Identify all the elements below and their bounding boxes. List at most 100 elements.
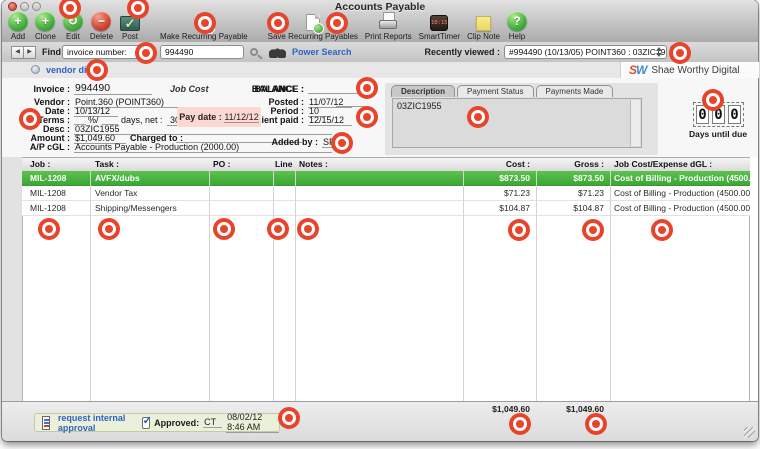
annotation-marker: [135, 42, 157, 64]
recently-viewed-label: Recently viewed :: [406, 47, 500, 57]
cell-task: Shipping/Messengers: [90, 201, 209, 215]
brand-name: Shae Worthy Digital: [651, 65, 739, 76]
cell-task: Vendor Tax: [90, 186, 209, 200]
cell-po: [209, 186, 273, 200]
toolbar-label: Clone: [35, 32, 56, 41]
clip-note-icon: [476, 16, 491, 31]
column-divider: [463, 171, 464, 401]
cell-gross: $104.87: [536, 201, 610, 215]
column-header[interactable]: Line :: [273, 158, 295, 171]
tab-payment-status[interactable]: Payment Status: [457, 85, 533, 97]
approved-checkbox[interactable]: [142, 417, 151, 429]
title-toolbar: Accounts Payable AddCloneEditDeletePostM…: [2, 0, 758, 43]
select-stepper-icon: [655, 47, 664, 57]
column-divider: [90, 171, 91, 401]
column-header[interactable]: Task :: [90, 158, 209, 171]
annotation-marker: [267, 12, 289, 34]
toolbar-button-clone[interactable]: Clone: [33, 11, 58, 41]
next-record-button[interactable]: ▶: [23, 46, 36, 59]
column-divider: [536, 171, 537, 401]
cell-task: AVFX/dubs: [90, 171, 209, 185]
table-left-gutter: [2, 157, 22, 401]
cell-notes: [295, 171, 463, 185]
approved-by-field[interactable]: CT: [203, 417, 222, 428]
annotation-marker: [508, 219, 530, 241]
column-divider: [273, 171, 274, 401]
column-divider: [209, 171, 210, 401]
table-row[interactable]: MIL-1208AVFX/dubs$873.50$873.50Cost of B…: [22, 171, 750, 186]
column-header[interactable]: Gross :: [536, 158, 610, 171]
search-input[interactable]: 994490: [160, 45, 244, 59]
toolbar-button-clip-note[interactable]: Clip Note: [465, 13, 502, 41]
recently-viewed-select[interactable]: #994490 (10/13/05) POINT360 : 03ZIC1955: [504, 45, 667, 59]
annotation-marker: [297, 218, 319, 240]
cell-cost: $873.50: [463, 171, 536, 185]
counter-digit: 0: [728, 105, 741, 124]
toolbar-label: SmartTimer: [419, 32, 460, 41]
invoice-detail: Invoice : 994490 Job Cost BALANCE : BALA…: [2, 78, 758, 157]
toolbar-button-add[interactable]: Add: [6, 11, 30, 41]
smarttimer-icon: [430, 15, 448, 31]
toolbar-button-smarttimer[interactable]: SmartTimer: [417, 12, 462, 41]
invoice-number-field[interactable]: 994490: [74, 82, 152, 95]
tab-payments-made[interactable]: Payments Made: [536, 85, 614, 97]
delete-icon: [91, 11, 111, 31]
toolbar-label: Print Reports: [365, 32, 412, 41]
scrollbar[interactable]: [630, 100, 640, 146]
resize-grip-icon[interactable]: [744, 427, 755, 438]
annotation-marker: [356, 77, 378, 99]
annotation-marker: [585, 413, 607, 435]
annotation-marker: [19, 108, 41, 130]
toolbar-button-delete[interactable]: Delete: [88, 11, 115, 41]
tab-description[interactable]: Description: [391, 85, 455, 97]
brand-logo-icon: SW: [629, 63, 646, 77]
cell-line: [273, 186, 295, 200]
annotation-marker: [267, 218, 289, 240]
clone-icon: [35, 11, 55, 31]
toolbar-label: Clip Note: [467, 32, 500, 41]
cell-job: MIL-1208: [22, 186, 90, 200]
save-recurring-payables-icon: [306, 14, 320, 31]
annotation-marker: [509, 413, 531, 435]
table-row[interactable]: MIL-1208Shipping/Messengers$104.87$104.8…: [22, 201, 750, 216]
add-icon: [8, 11, 28, 31]
column-header[interactable]: Job Cost/Expense dGL :: [610, 158, 750, 171]
toolbar-label: Add: [11, 32, 25, 41]
cell-line: [273, 201, 295, 215]
cell-line: [273, 171, 295, 185]
toolbar-button-help[interactable]: Help: [505, 11, 529, 41]
annotation-marker: [213, 218, 235, 240]
pay-date-label: Pay date :: [179, 112, 222, 122]
panel-tabs: DescriptionPayment StatusPayments Made: [391, 85, 613, 97]
column-header[interactable]: Notes :: [295, 158, 463, 171]
brand-logo: SW Shae Worthy Digital: [620, 62, 759, 78]
description-panel: DescriptionPayment StatusPayments Made 0…: [385, 83, 658, 155]
cell-cost: $104.87: [463, 201, 536, 215]
cell-dgl: Cost of Billing - Production (4500.00): [610, 201, 750, 215]
cell-dgl: Cost of Billing - Production (4500.00): [610, 171, 750, 185]
approval-strip: request internal approval Approved: CT 0…: [34, 413, 280, 432]
pay-date-field[interactable]: 11/12/12: [224, 112, 258, 123]
power-search-link[interactable]: Power Search: [292, 47, 352, 57]
description-textarea[interactable]: 03ZIC1955: [392, 98, 642, 148]
annotation-marker: [86, 59, 108, 81]
find-label: Find: [42, 47, 61, 57]
annotation-marker: [194, 12, 216, 34]
column-divider: [610, 171, 611, 401]
search-icon[interactable]: [250, 48, 258, 56]
vendor-diary-icon[interactable]: [31, 65, 40, 74]
column-header[interactable]: PO :: [209, 158, 273, 171]
toolbar-label: Delete: [90, 32, 113, 41]
column-header[interactable]: Cost :: [463, 158, 536, 171]
ap-cgl-label: A/P cGL :: [2, 142, 70, 152]
column-header[interactable]: Job :: [22, 158, 90, 171]
approved-at-field[interactable]: 08/02/12 8:46 AM: [226, 412, 279, 433]
find-field-value: invoice number:: [67, 47, 127, 57]
request-approval-link[interactable]: request internal approval: [58, 413, 128, 433]
cell-dgl: Cost of Billing - Production (4500.00): [610, 186, 750, 200]
annotation-marker: [702, 89, 724, 111]
binoculars-icon[interactable]: [269, 48, 286, 58]
table-row[interactable]: MIL-1208Vendor Tax$71.23$71.23Cost of Bi…: [22, 186, 750, 201]
toolbar-button-print-reports[interactable]: Print Reports: [363, 11, 414, 41]
ap-cgl-field[interactable]: Accounts Payable - Production (2000.00): [74, 142, 332, 153]
